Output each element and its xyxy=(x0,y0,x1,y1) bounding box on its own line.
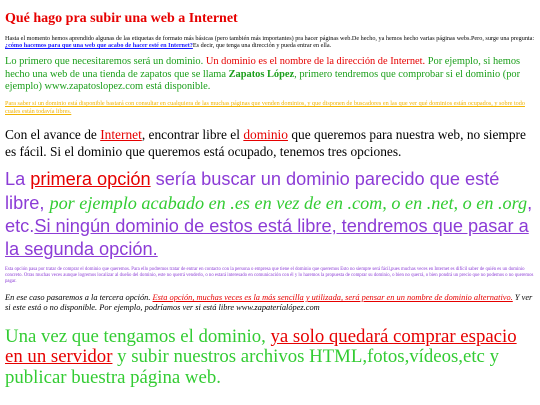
third-option-link[interactable]: Esta opción, muchas veces es la más senc… xyxy=(153,293,513,302)
second-option-link[interactable]: Si ningún dominio de estos está libre, t… xyxy=(5,216,529,259)
second-option-paragraph: Esta opción pasa por tratar de comprar e… xyxy=(5,266,534,285)
intro-paragraph: Hasta el momento hemos aprendido algunas… xyxy=(5,35,535,49)
page-title: Qué hago pra subir una web a Internet xyxy=(5,11,238,26)
availability-link[interactable]: Para saber si un dominio está disponible… xyxy=(5,100,525,115)
internet-link[interactable]: Internet xyxy=(100,127,142,142)
first-option-link[interactable]: primera opción xyxy=(30,169,150,189)
question-link[interactable]: ¿cómo hacemos para que una web que acabo… xyxy=(5,42,193,49)
options-paragraph: Con el avance de Internet, encontrar lib… xyxy=(5,126,535,160)
options-text-2: , encontrar libre el xyxy=(141,127,244,143)
intro-text-end: Es decir, que tenga una dirección y pued… xyxy=(192,42,332,50)
first-option-example: por ejemplo acabado en .es en vez de en … xyxy=(49,192,528,213)
availability-paragraph: Para saber si un dominio está disponible… xyxy=(5,100,535,115)
domain-paragraph: Lo primero que necesitaremos será un dom… xyxy=(5,56,535,93)
domain-definition: Un dominio es el nombre de la dirección … xyxy=(205,56,426,68)
first-option-paragraph: La primera opción sería buscar un domini… xyxy=(5,168,535,261)
third-option-text: En ese caso pasaremos a la tercera opció… xyxy=(5,292,153,302)
document-page: Qué hago pra subir una web a Internet Ha… xyxy=(0,0,540,388)
options-text: Con el avance de xyxy=(5,127,101,143)
dominio-link[interactable]: dominio xyxy=(243,127,288,142)
intro-text: Hasta el momento hemos aprendido algunas… xyxy=(5,35,535,42)
domain-text: Lo primero que necesitaremos será un dom… xyxy=(5,56,206,68)
first-option-text: La xyxy=(5,169,31,190)
conclusion-paragraph: Una vez que tengamos el dominio, ya solo… xyxy=(5,326,535,388)
third-option-paragraph: En ese caso pasaremos a la tercera opció… xyxy=(5,293,535,314)
conclusion-text: Una vez que tengamos el dominio, xyxy=(5,326,271,348)
store-name: Zapatos López xyxy=(228,68,295,80)
